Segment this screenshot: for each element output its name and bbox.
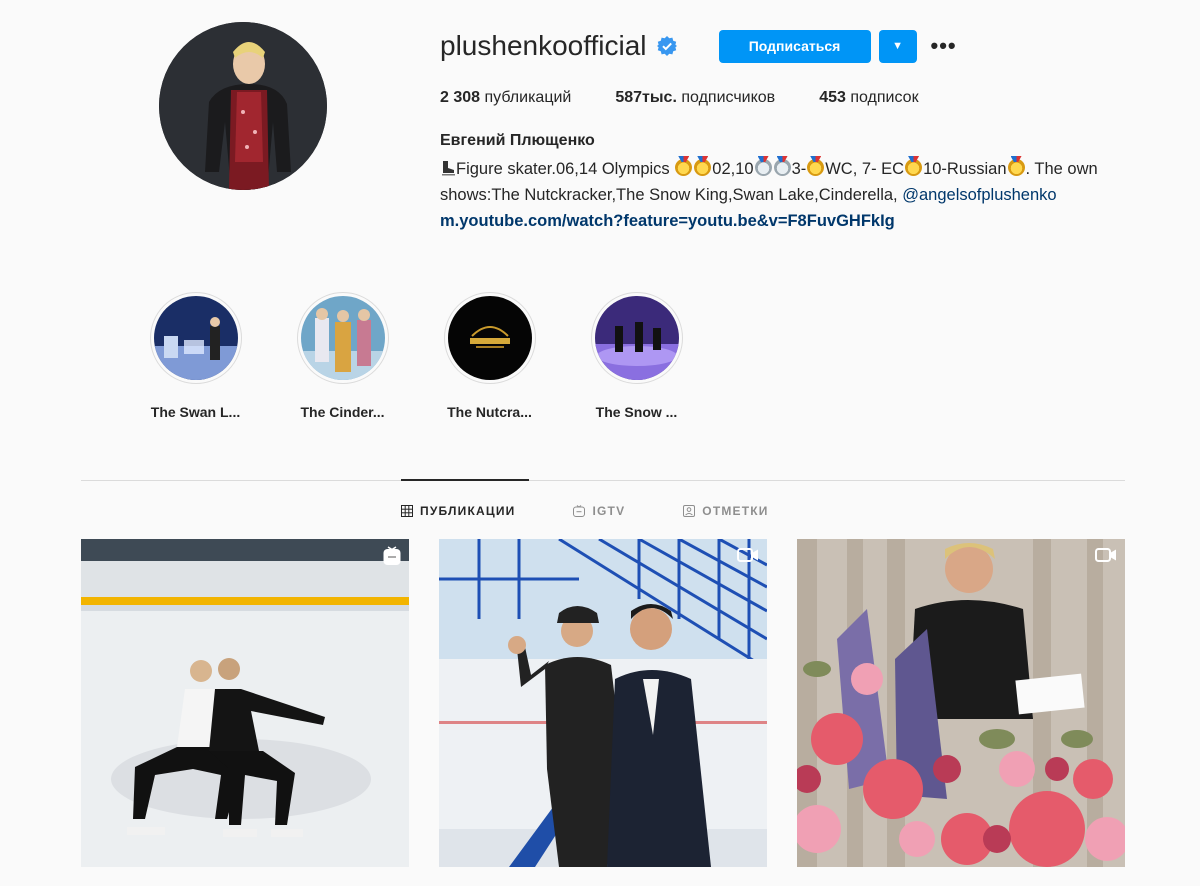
tab-igtv[interactable]: IGTV: [573, 501, 625, 521]
followers-stat[interactable]: 587тыс. подписчиков: [615, 89, 775, 107]
bio-mention-link[interactable]: @angelsofplushenko: [902, 186, 1056, 204]
silver-medal-icon: [773, 159, 791, 176]
highlight-cinderella[interactable]: The Cinder...: [269, 292, 416, 420]
gold-medal-icon: [675, 159, 693, 176]
silver-medal-icon: [754, 159, 772, 176]
highlight-ring: [296, 292, 389, 384]
highlight-label: The Nutcra...: [447, 404, 532, 420]
tab-label: ПУБЛИКАЦИИ: [420, 504, 516, 518]
post-thumbnail[interactable]: [797, 539, 1125, 867]
tab-tagged[interactable]: ОТМЕТКИ: [683, 501, 768, 521]
posts-label: публикаций: [484, 89, 572, 106]
tagged-icon: [683, 505, 696, 517]
highlight-label: The Cinder...: [300, 404, 385, 420]
ice-skate-icon: [442, 161, 455, 176]
highlight-cover: [153, 296, 238, 380]
post-thumbnail[interactable]: [81, 539, 409, 867]
followers-count: 587тыс.: [615, 89, 677, 106]
more-options-icon[interactable]: •••: [931, 35, 957, 57]
gold-medal-icon: [905, 159, 923, 176]
bio-external-link[interactable]: m.youtube.com/watch?feature=youtu.be&v=F…: [440, 212, 895, 230]
tab-label: ОТМЕТКИ: [702, 504, 769, 518]
highlight-swan-lake[interactable]: The Swan L...: [122, 292, 269, 420]
followers-label: подписчиков: [681, 89, 776, 106]
profile-title-row: plushenkoofficial Подписаться ▼ •••: [440, 28, 1140, 64]
highlight-ring: [443, 292, 536, 384]
post-image: [797, 539, 1125, 867]
post-image: [81, 539, 409, 867]
tab-label: IGTV: [592, 504, 626, 518]
highlight-ring: [590, 292, 683, 384]
highlight-cover: [594, 296, 679, 380]
highlight-cover: [300, 296, 385, 380]
post-image: [439, 539, 767, 867]
active-tab-indicator: [401, 479, 529, 481]
gold-medal-icon: [694, 159, 712, 176]
bio-text-3: 3-: [791, 160, 807, 178]
grid-icon: [401, 505, 413, 517]
follow-button[interactable]: Подписаться: [718, 29, 871, 63]
bio-text-5: 10-Russian: [923, 160, 1007, 178]
profile-stats: 2 308 публикаций 587тыс. подписчиков 453…: [440, 89, 1140, 107]
highlight-label: The Swan L...: [150, 404, 241, 420]
bio-text-2: 02,10: [712, 160, 754, 178]
bio-text-4: WC, 7- EC: [825, 160, 905, 178]
igtv-icon: [573, 505, 586, 517]
highlight-ring: [149, 292, 242, 384]
highlight-cover: [447, 296, 532, 380]
full-name: Евгений Плющенко: [440, 132, 595, 149]
profile-avatar[interactable]: [159, 22, 327, 190]
username: plushenkoofficial: [440, 30, 647, 61]
following-count: 453: [819, 89, 846, 106]
caret-down-icon: ▼: [892, 40, 903, 52]
highlight-label: The Snow ...: [595, 404, 678, 420]
posts-count: 2 308: [440, 89, 481, 106]
post-thumbnail[interactable]: [439, 539, 767, 867]
profile-info: plushenkoofficial Подписаться ▼ ••• 2 30…: [440, 28, 1140, 234]
video-icon: [737, 548, 758, 562]
highlight-snow-king[interactable]: The Snow ...: [563, 292, 710, 420]
verified-badge-icon: [656, 36, 677, 56]
tabs-divider: [81, 480, 1125, 481]
video-icon: [1095, 548, 1116, 562]
suggested-dropdown-button[interactable]: ▼: [878, 29, 917, 63]
avatar-image: [159, 22, 327, 190]
following-label: подписок: [850, 89, 919, 106]
highlight-nutcracker[interactable]: The Nutcra...: [416, 292, 563, 420]
gold-medal-icon: [807, 159, 825, 176]
following-stat[interactable]: 453 подписок: [819, 89, 918, 107]
profile-bio: Figure skater.06,14 Olympics 02,10 3- WC, …: [440, 156, 1140, 234]
gold-medal-icon: [1007, 159, 1025, 176]
profile-tabs: ПУБЛИКАЦИИ IGTV ОТМЕТКИ: [401, 501, 827, 521]
tab-posts[interactable]: ПУБЛИКАЦИИ: [401, 501, 515, 521]
bio-text-1: Figure skater.06,14 Olympics: [456, 160, 675, 178]
igtv-post-icon: [383, 546, 401, 565]
story-highlights: The Swan L... The Cinder... The Nutcra..…: [122, 292, 710, 420]
posts-stat: 2 308 публикаций: [440, 89, 571, 107]
